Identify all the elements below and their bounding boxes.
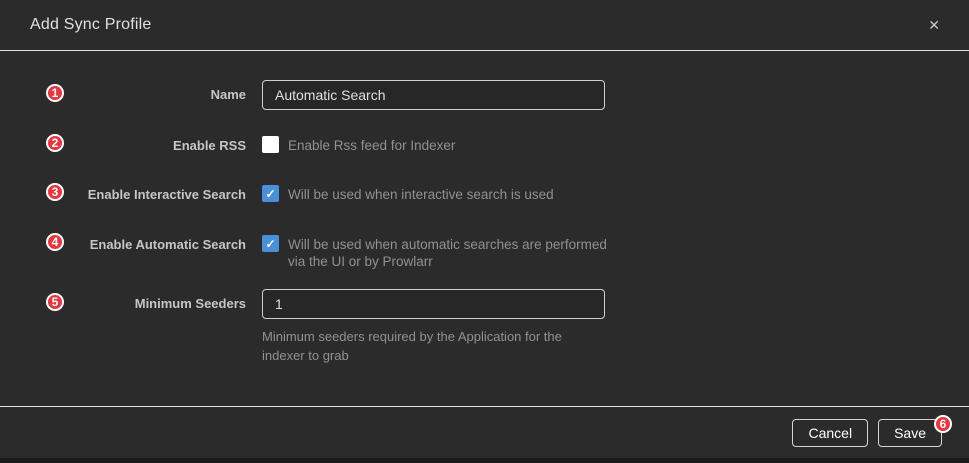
step-badge-4: 4: [46, 233, 64, 251]
enable-automatic-search-helper: Will be used when automatic searches are…: [288, 235, 608, 270]
form-row-enable-interactive-search: 3 Enable Interactive Search ✓ Will be us…: [46, 185, 939, 203]
cancel-button[interactable]: Cancel: [792, 419, 868, 447]
step-badge-1: 1: [46, 84, 64, 102]
modal-body: 1 Name 2 Enable RSS ✓ Enable Rss feed fo…: [0, 51, 969, 365]
modal-bottom-edge: [0, 458, 969, 463]
modal-header: Add Sync Profile ✕: [0, 0, 969, 51]
form-row-enable-automatic-search: 4 Enable Automatic Search ✓ Will be used…: [46, 235, 939, 270]
enable-interactive-search-helper: Will be used when interactive search is …: [288, 185, 554, 203]
form-row-minimum-seeders: 5 Minimum Seeders Minimum seeders requir…: [46, 289, 939, 365]
enable-automatic-search-checkbox[interactable]: ✓: [262, 235, 279, 252]
check-icon: ✓: [265, 238, 275, 250]
enable-rss-checkbox[interactable]: ✓: [262, 136, 279, 153]
minimum-seeders-label: Minimum Seeders: [64, 289, 246, 319]
enable-interactive-search-checkbox[interactable]: ✓: [262, 185, 279, 202]
minimum-seeders-input[interactable]: [262, 289, 605, 319]
modal-footer: Cancel Save 6: [0, 406, 969, 458]
step-badge-5: 5: [46, 293, 64, 311]
save-button[interactable]: Save: [878, 419, 942, 447]
enable-rss-label: Enable RSS: [64, 136, 246, 154]
step-badge-3: 3: [46, 183, 64, 201]
form-row-name: 1 Name: [46, 80, 939, 110]
enable-interactive-search-label: Enable Interactive Search: [64, 185, 246, 203]
check-icon: ✓: [265, 188, 275, 200]
close-icon[interactable]: ✕: [923, 13, 945, 37]
step-badge-2: 2: [46, 134, 64, 152]
name-input[interactable]: [262, 80, 605, 110]
page-title: Add Sync Profile: [30, 16, 923, 34]
add-sync-profile-modal: Add Sync Profile ✕ 1 Name 2 Enable RSS ✓…: [0, 0, 969, 463]
name-label: Name: [64, 80, 246, 110]
step-badge-6: 6: [934, 415, 952, 433]
enable-automatic-search-label: Enable Automatic Search: [64, 235, 246, 253]
minimum-seeders-help: Minimum seeders required by the Applicat…: [262, 327, 604, 365]
enable-rss-helper: Enable Rss feed for Indexer: [288, 136, 455, 154]
form-row-enable-rss: 2 Enable RSS ✓ Enable Rss feed for Index…: [46, 136, 939, 154]
